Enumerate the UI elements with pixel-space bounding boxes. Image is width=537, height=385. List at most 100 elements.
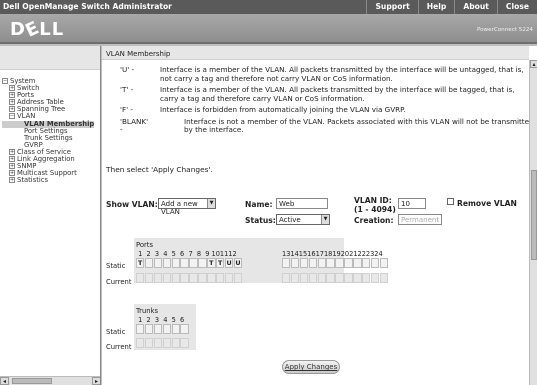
current-membership-cell [317,273,326,283]
collapse-icon[interactable]: − [2,78,8,84]
expand-icon[interactable]: + [9,85,15,92]
vlan-id-input[interactable]: 10 [398,198,426,209]
name-label: Name: [245,200,273,209]
port-number: 10 [211,250,220,258]
static-membership-cell[interactable] [344,258,353,268]
static-membership-cell[interactable] [136,324,145,334]
trunks-current-row [136,338,189,348]
expand-icon[interactable]: + [9,170,15,177]
static-membership-cell[interactable] [317,258,326,268]
chevron-down-icon[interactable]: ▼ [207,199,215,208]
navigation-tree-panel: − System + Switch + Ports + Address Table + Spann… [0,46,101,385]
static-membership-cell[interactable] [353,258,362,268]
port-number: 17 [315,250,324,258]
status-select[interactable]: Active ▼ [276,214,330,225]
static-membership-cell[interactable] [171,324,180,334]
static-membership-cell[interactable] [198,258,207,268]
header-band: DELL PowerConnect 5224 [0,14,537,44]
static-membership-cell[interactable] [144,324,154,334]
static-membership-cell[interactable]: U [233,258,243,268]
static-membership-cell[interactable] [370,258,380,268]
close-link[interactable]: Close [496,0,537,14]
static-membership-cell[interactable]: T [216,258,225,268]
expand-icon[interactable]: + [9,163,15,170]
tree-item-statistics[interactable]: + Statistics [2,177,94,184]
current-membership-cell [153,338,163,348]
static-membership-cell[interactable] [379,258,389,268]
legend-key: 'U' - [120,65,135,74]
tree-item-multicast-support[interactable]: + Multicast Support [2,170,94,177]
collapse-icon[interactable]: − [9,113,15,120]
static-membership-cell[interactable] [180,324,189,334]
current-membership-cell [299,273,309,283]
ports-current-row-13-24 [282,273,389,283]
expand-icon[interactable]: + [9,177,15,184]
scroll-right-icon[interactable]: ▸ [92,377,100,385]
scroll-thumb[interactable] [531,170,537,260]
current-membership-cell [362,273,371,283]
creation-label: Creation: [354,216,394,225]
chevron-down-icon[interactable]: ▼ [321,215,329,224]
scroll-left-icon[interactable]: ◂ [0,377,9,385]
current-membership-cell [162,273,172,283]
apply-changes-button[interactable]: Apply Changes [282,360,340,374]
static-membership-cell[interactable] [282,258,291,268]
current-membership-cell [153,273,163,283]
scroll-up-icon[interactable]: ▴ [530,60,537,68]
show-vlan-select[interactable]: Add a new VLAN ▼ [158,198,216,216]
current-membership-cell [379,273,389,283]
static-membership-cell[interactable] [171,258,180,268]
scroll-thumb[interactable] [12,378,52,384]
expand-icon[interactable]: + [9,148,15,155]
breadcrumb: VLAN Membership [102,46,529,60]
current-membership-cell [290,273,300,283]
static-membership-cell[interactable]: T [207,258,216,268]
port-number: 5 [171,316,176,324]
port-number: 5 [171,250,176,258]
static-membership-cell[interactable] [299,258,309,268]
static-membership-cell[interactable] [335,258,344,268]
tree-item-link-aggregation[interactable]: + Link Aggregation [2,155,94,163]
tree-item-trunk-settings[interactable]: Trunk Settings [2,134,94,142]
static-membership-cell[interactable] [162,324,172,334]
static-membership-cell[interactable] [189,258,198,268]
static-membership-cell[interactable] [290,258,300,268]
port-number: 20 [340,250,350,258]
main-content: VLAN Membership 'U' - Interface is a memb… [102,46,537,385]
show-vlan-label: Show VLAN: [106,200,158,209]
static-membership-cell[interactable]: U [224,258,234,268]
support-link[interactable]: Support [366,0,417,14]
legend-key: 'F' - [120,105,133,114]
static-membership-cell[interactable] [308,258,318,268]
static-membership-cell[interactable] [362,258,371,268]
static-membership-cell[interactable] [180,258,189,268]
tree-item-system[interactable]: − System [2,77,94,85]
port-number: 4 [163,250,168,258]
legend-description: Interface is a member of the VLAN. All p… [160,85,515,103]
port-number: 3 [154,250,160,258]
trunks-current-label: Current [106,343,132,351]
main-vertical-scrollbar[interactable]: ▴ [529,60,537,385]
help-link[interactable]: Help [417,0,455,14]
static-membership-cell[interactable] [326,258,335,268]
port-number: 1 [138,250,143,258]
current-membership-cell [207,273,216,283]
current-membership-cell [180,273,189,283]
about-link[interactable]: About [454,0,497,14]
expand-icon[interactable]: + [9,106,15,113]
static-membership-cell[interactable] [153,324,163,334]
static-membership-cell[interactable] [162,258,172,268]
static-membership-cell[interactable]: T [136,258,145,268]
tree-item-spanning-tree[interactable]: + Spanning Tree [2,106,94,113]
static-membership-cell[interactable] [144,258,154,268]
remove-vlan-checkbox[interactable] [447,198,454,205]
name-input[interactable]: Web [276,198,328,209]
tree-horizontal-scrollbar[interactable]: ◂ ▸ [0,376,100,385]
static-membership-cell[interactable] [153,258,163,268]
expand-icon[interactable]: + [9,156,15,163]
expand-icon[interactable]: + [9,99,15,106]
expand-icon[interactable]: + [9,92,15,99]
current-membership-cell [198,273,207,283]
port-number: 13 [282,250,291,258]
tree-item-switch[interactable]: + Switch [2,85,94,92]
